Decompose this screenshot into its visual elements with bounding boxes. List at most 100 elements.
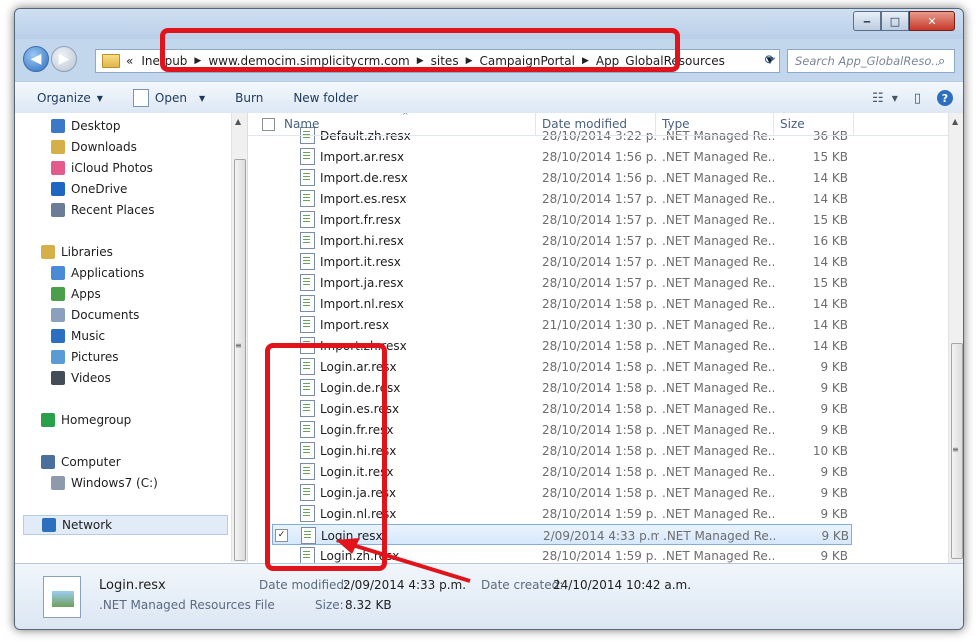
sidebar-item-applications[interactable]: Applications — [51, 263, 144, 283]
preview-pane-icon[interactable]: ▯ — [914, 91, 921, 106]
cell-text: .NET Managed Re... — [662, 296, 774, 311]
cell-text: 28/10/2014 1:58 p.... — [542, 464, 658, 479]
help-icon: ? — [937, 90, 953, 106]
cell-size: 9 KB — [774, 482, 848, 503]
sidebar-item-label: Libraries — [61, 245, 113, 259]
sidebar-item-windows7-c[interactable]: Windows7 (C:) — [51, 473, 158, 493]
column-header-name[interactable]: Name ^ — [276, 113, 536, 135]
cell-date: 28/10/2014 1:58 p.... — [542, 377, 658, 398]
search-icon[interactable]: ⌕ — [938, 54, 954, 69]
cell-text: 28/10/2014 1:58 p.... — [542, 485, 658, 500]
sort-ascending-icon: ^ — [402, 113, 409, 120]
table-row[interactable]: Import.it.resx 28/10/2014 1:57 p.... .NET … — [248, 251, 948, 272]
sidebar-item-label: Desktop — [71, 119, 121, 133]
downloads-icon — [51, 140, 65, 154]
cell-text: 9 KB — [820, 548, 848, 563]
cell-size: 14 KB — [774, 293, 848, 314]
cell-name: Import.nl.resx — [300, 293, 530, 314]
cell-type: .NET Managed Re... — [662, 335, 774, 356]
cell-text: .NET Managed Re... — [662, 422, 774, 437]
column-header-type[interactable]: Type — [656, 113, 774, 135]
refresh-icon[interactable]: ⟳ — [759, 49, 781, 71]
cell-type: .NET Managed Re... — [662, 461, 774, 482]
cell-size: 16 KB — [774, 230, 848, 251]
open-button[interactable]: Open ▼ — [132, 89, 205, 107]
sidebar-item-apps[interactable]: Apps — [51, 284, 101, 304]
cell-type: .NET Managed Re... — [662, 503, 774, 524]
details-size: 8.32 KB — [345, 598, 392, 612]
new-folder-button[interactable]: New folder — [293, 91, 358, 105]
chevron-down-icon[interactable]: ▼ — [892, 94, 898, 103]
sidebar-item-videos[interactable]: Videos — [51, 368, 111, 388]
forward-button[interactable]: ▶ — [51, 46, 77, 72]
navigation-pane[interactable]: ▲ ≡ Desktop Downloads iCloud Photos OneDriv… — [15, 113, 248, 563]
sidebar-item-computer[interactable]: Computer — [41, 452, 121, 472]
minimize-button[interactable]: ‒ — [853, 11, 881, 31]
cell-type: .NET Managed Re... — [662, 167, 774, 188]
sidebar-item-desktop[interactable]: Desktop — [51, 116, 121, 136]
table-row[interactable]: Import.hi.resx 28/10/2014 1:57 p.... .NET … — [248, 230, 948, 251]
cell-size: 15 KB — [774, 209, 848, 230]
table-row[interactable]: Import.es.resx 28/10/2014 1:57 p.... .NET … — [248, 188, 948, 209]
burn-label: Burn — [235, 91, 264, 105]
sidebar-item-icloud-photos[interactable]: iCloud Photos — [51, 158, 153, 178]
sidebar-item-libraries[interactable]: Libraries — [41, 242, 113, 262]
scroll-up-icon[interactable]: ▲ — [952, 117, 958, 126]
cell-date: 28/10/2014 1:58 p.... — [542, 356, 658, 377]
cell-text: 28/10/2014 1:59 p.... — [542, 548, 658, 563]
sidebar-item-label: Pictures — [71, 350, 119, 364]
burn-button[interactable]: Burn — [235, 91, 263, 105]
cell-text: 28/10/2014 1:58 p.... — [542, 422, 658, 437]
cell-text: .NET Managed Re... — [662, 506, 774, 521]
column-header-date[interactable]: Date modified — [536, 113, 656, 135]
icloud-photos-icon — [51, 161, 65, 175]
maximize-button[interactable]: □ — [881, 11, 909, 31]
cell-date: 28/10/2014 1:59 p.... — [542, 503, 658, 524]
homegroup-icon — [41, 413, 55, 427]
breadcrumb-overflow[interactable]: « — [126, 54, 133, 68]
sidebar-item-music[interactable]: Music — [51, 326, 105, 346]
cell-text: 28/10/2014 1:58 p.... — [542, 443, 658, 458]
drive-icon — [51, 476, 65, 490]
table-row[interactable]: Import.de.resx 28/10/2014 1:56 p.... .NET … — [248, 167, 948, 188]
cell-text: 9 KB — [820, 359, 848, 374]
sidebar-item-downloads[interactable]: Downloads — [51, 137, 137, 157]
cell-text: .NET Managed Re... — [662, 317, 774, 332]
column-header-size[interactable]: Size — [774, 113, 854, 135]
view-options-icon[interactable]: ☷ — [872, 91, 884, 106]
cell-type: .NET Managed Re... — [662, 440, 774, 461]
cell-type: .NET Managed Re... — [662, 545, 774, 563]
cell-size: 15 KB — [774, 146, 848, 167]
search-input[interactable]: Search App_GlobalReso... ⌕ — [787, 49, 955, 73]
details-date-modified: 2/09/2014 4:33 p.m. — [343, 578, 467, 592]
table-row[interactable]: Import.resx 21/10/2014 1:30 p.... .NET Man… — [248, 314, 948, 335]
scroll-up-icon[interactable]: ▲ — [235, 117, 241, 126]
table-row[interactable]: Import.nl.resx 28/10/2014 1:58 p.... .NET … — [248, 293, 948, 314]
organize-button[interactable]: Organize ▼ — [37, 91, 103, 105]
table-row[interactable]: Import.ar.resx 28/10/2014 1:56 p.... .NET … — [248, 146, 948, 167]
cell-date: 28/10/2014 1:57 p.... — [542, 251, 658, 272]
sidebar-item-homegroup[interactable]: Homegroup — [41, 410, 131, 430]
nav-scrollbar[interactable]: ▲ ≡ — [231, 113, 247, 562]
sidebar-item-network[interactable]: Network — [23, 515, 228, 535]
sidebar-item-recent-places[interactable]: Recent Places — [51, 200, 154, 220]
cell-name: Import.ja.resx — [300, 272, 530, 293]
sidebar-item-pictures[interactable]: Pictures — [51, 347, 119, 367]
cell-date: 28/10/2014 1:58 p.... — [542, 293, 658, 314]
nav-scrollbar-thumb[interactable] — [234, 159, 246, 561]
sidebar-item-documents[interactable]: Documents — [51, 305, 139, 325]
table-row[interactable]: Import.fr.resx 28/10/2014 1:57 p.... .NET … — [248, 209, 948, 230]
sidebar-item-onedrive[interactable]: OneDrive — [51, 179, 127, 199]
table-row[interactable]: Import.ja.resx 28/10/2014 1:57 p.... .NET … — [248, 272, 948, 293]
back-button[interactable]: ◀ — [23, 46, 49, 72]
help-button[interactable]: ? — [937, 90, 953, 106]
file-list-scrollbar[interactable]: ▲ ≡ — [948, 113, 963, 563]
select-all-checkbox[interactable] — [262, 118, 275, 131]
cell-text: 15 KB — [812, 275, 848, 290]
onedrive-icon — [51, 182, 65, 196]
cell-size: 9 KB — [775, 525, 849, 546]
cell-text: 15 KB — [812, 149, 848, 164]
document-icon — [132, 89, 149, 107]
close-button[interactable]: ✕ — [909, 11, 955, 31]
cell-type: .NET Managed Re... — [662, 209, 774, 230]
